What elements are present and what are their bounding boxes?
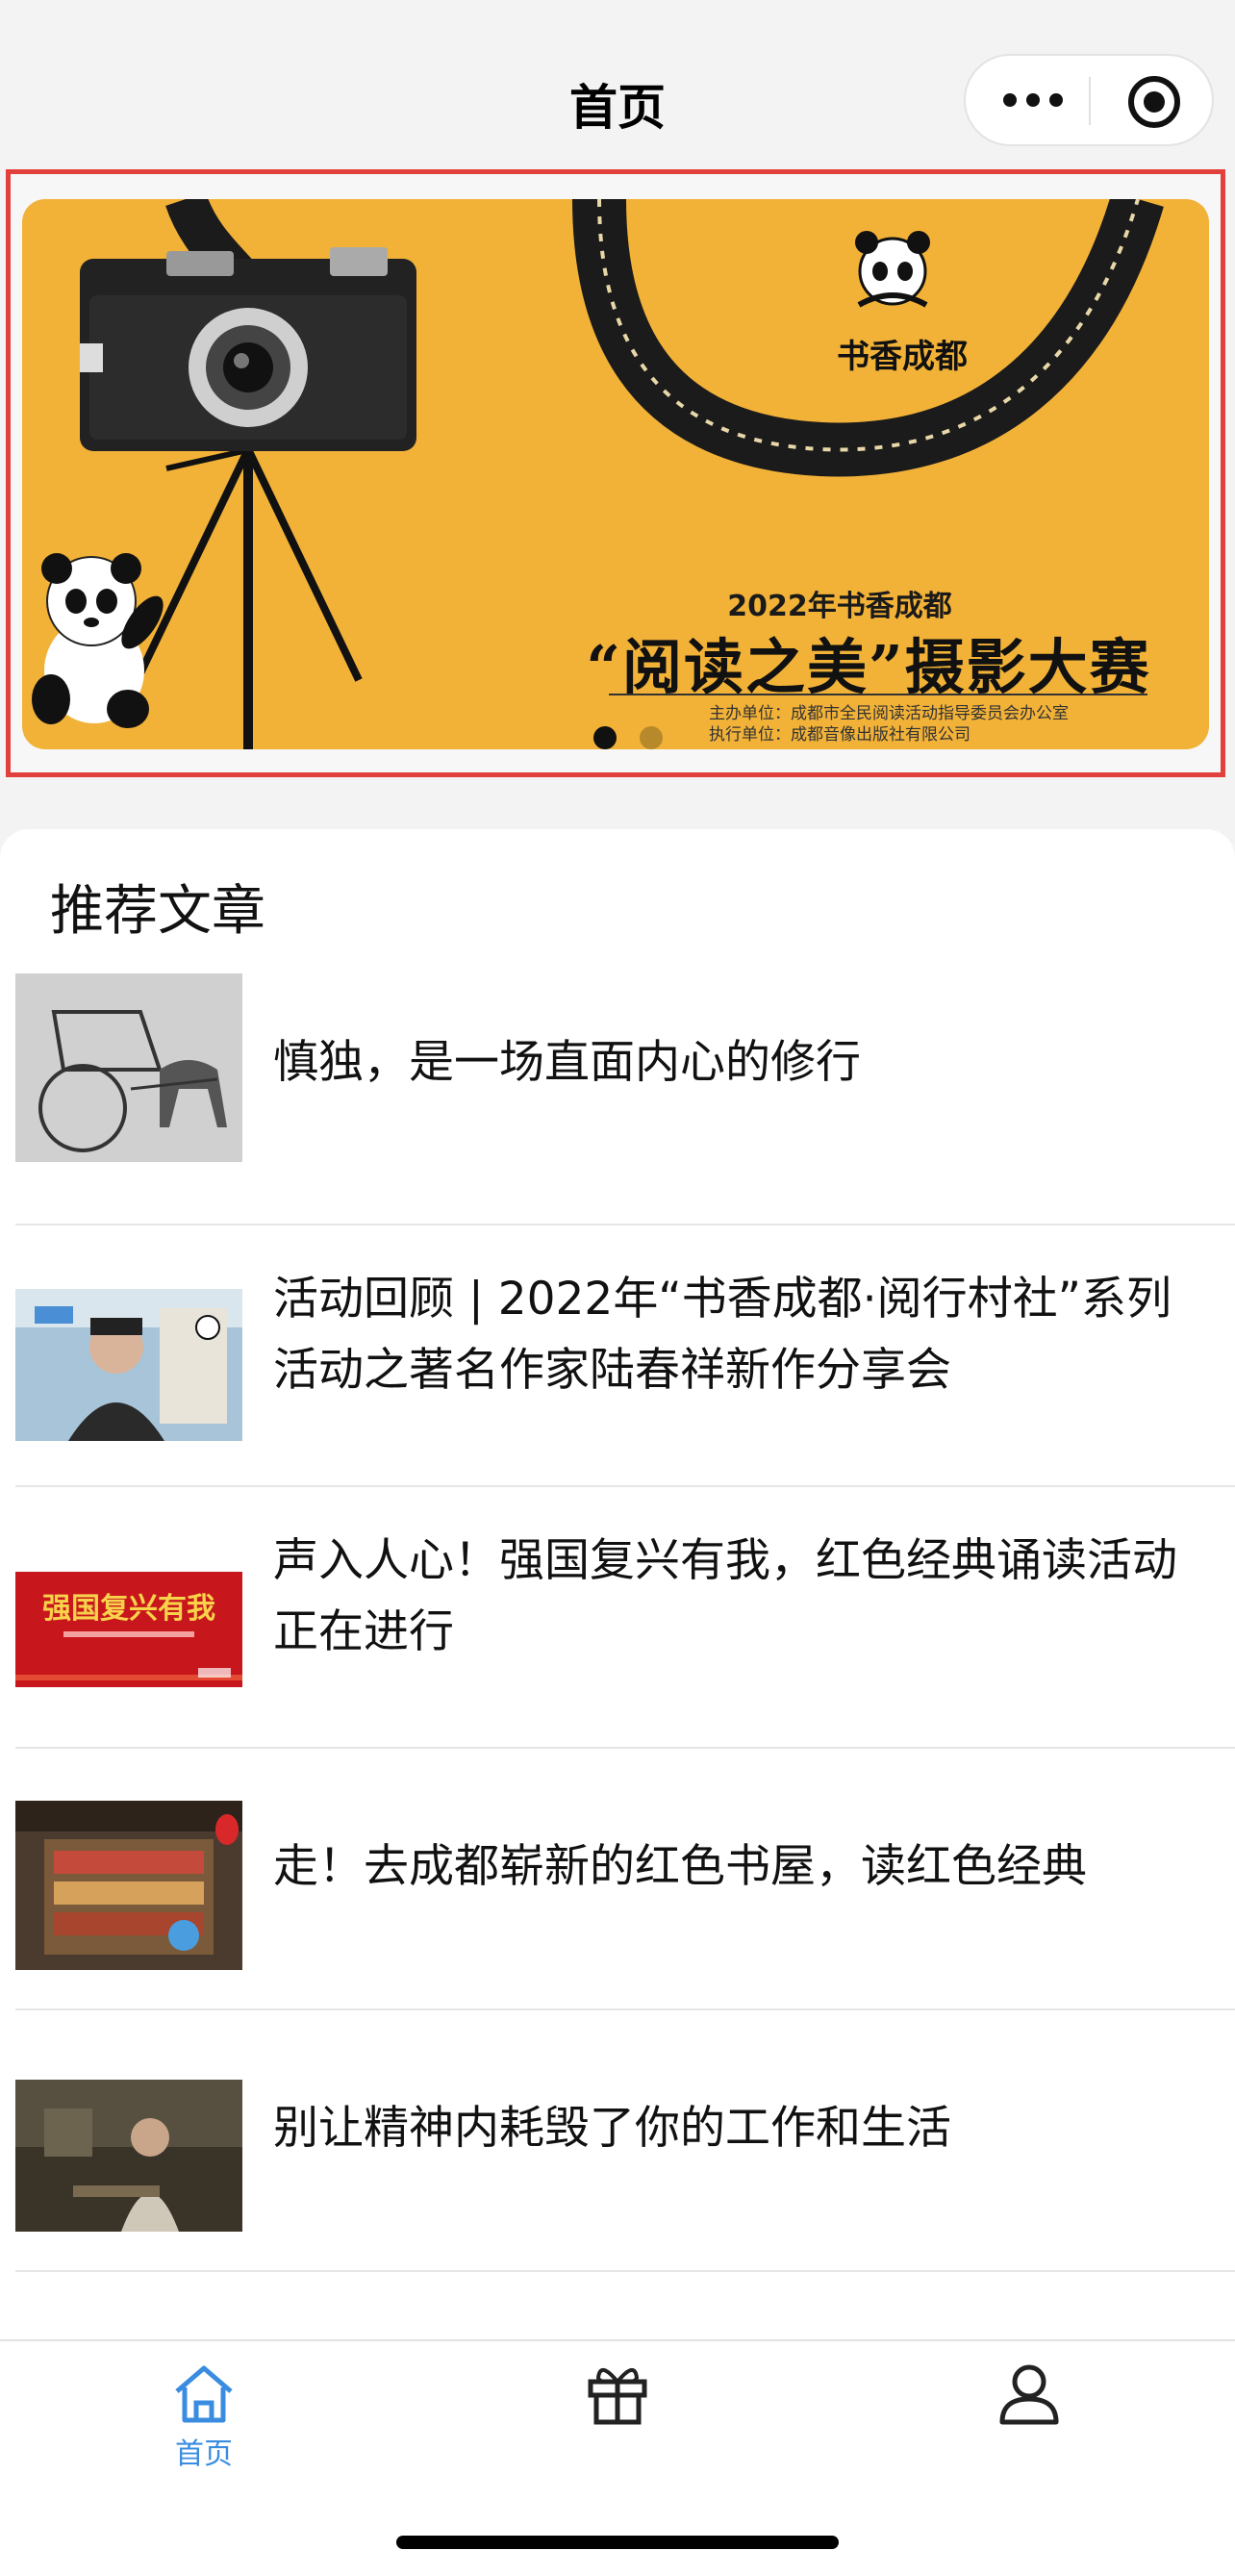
- banner-main-title: “阅读之美”摄影大赛: [586, 632, 1151, 702]
- article-thumbnail: [15, 1289, 242, 1441]
- capsule-divider: [1089, 77, 1091, 125]
- carousel-dot-active[interactable]: [593, 726, 617, 749]
- brand-name: 书香成都: [837, 338, 968, 376]
- banner-rule: [609, 694, 1147, 695]
- article-item[interactable]: 走！去成都崭新的红色书屋，读红色经典: [0, 1749, 1235, 2010]
- banner-executor: 执行单位：成都音像出版社有限公司: [709, 725, 970, 745]
- article-item[interactable]: 活动回顾 | 2022年“书香成都·阅行村社”系列活动之著名作家陆春祥新作分享会: [0, 1225, 1235, 1487]
- article-thumbnail: [15, 2080, 242, 2232]
- article-title: 活动回顾 | 2022年“书香成都·阅行村社”系列活动之著名作家陆春祥新作分享会: [273, 1273, 1172, 1397]
- article-item[interactable]: 别让精神内耗毁了你的工作和生活: [0, 2010, 1235, 2272]
- article-thumbnail: [15, 973, 242, 1162]
- home-indicator[interactable]: [396, 2536, 839, 2549]
- section-title: 推荐文章: [50, 880, 265, 943]
- target-close-icon[interactable]: [1125, 73, 1183, 131]
- home-icon: [175, 2365, 233, 2423]
- article-title: 别让精神内耗毁了你的工作和生活: [273, 2102, 951, 2155]
- tab-home-label: 首页: [175, 2437, 233, 2471]
- article-title: 走！去成都崭新的红色书屋，读红色经典: [273, 1840, 1087, 1893]
- article-thumbnail: 强国复兴有我: [15, 1572, 242, 1687]
- recommended-articles-card: 推荐文章 慎独，是一场直面内心的修行 活动回顾 | 2022年“书香成都·阅行村…: [0, 829, 1235, 2339]
- article-item[interactable]: 慎独，是一场直面内心的修行: [0, 964, 1235, 1225]
- user-icon: [999, 2364, 1059, 2425]
- mini-program-capsule: [964, 54, 1214, 146]
- divider: [15, 2270, 1235, 2272]
- banner-carousel-highlight: 书香成都 2022年书香成都 “阅读之美”摄影大赛 主办单位：成都市全民阅读活动…: [6, 169, 1225, 777]
- tab-gift[interactable]: [521, 2341, 714, 2486]
- article-item[interactable]: 强国复兴有我 声入人心！强国复兴有我，红色经典诵读活动正在进行: [0, 1487, 1235, 1749]
- carousel-dot[interactable]: [640, 726, 663, 749]
- article-thumbnail: [15, 1801, 242, 1970]
- banner-slide[interactable]: 书香成都 2022年书香成都 “阅读之美”摄影大赛 主办单位：成都市全民阅读活动…: [22, 199, 1209, 749]
- tab-home[interactable]: 首页: [108, 2341, 300, 2486]
- article-title: 声入人心！强国复兴有我，红色经典诵读活动正在进行: [273, 1534, 1177, 1658]
- tab-profile[interactable]: [933, 2341, 1125, 2486]
- article-title: 慎独，是一场直面内心的修行: [273, 1036, 861, 1089]
- thumbnail-text: 强国复兴有我: [42, 1592, 215, 1626]
- gift-icon: [588, 2368, 647, 2425]
- navigation-bar: 首页: [0, 0, 1235, 165]
- more-dots-icon[interactable]: [1002, 88, 1064, 112]
